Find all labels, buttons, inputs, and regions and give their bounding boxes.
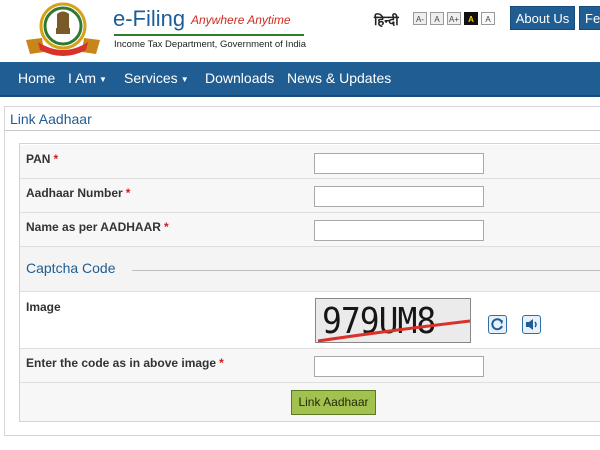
pan-input[interactable] — [314, 153, 484, 174]
font-normal-button[interactable]: A — [430, 12, 444, 25]
feedback-button[interactable]: Fe — [579, 6, 600, 30]
form-row-aadhaar: Aadhaar Number * — [20, 179, 600, 213]
nav-downloads[interactable]: Downloads — [205, 62, 274, 95]
aadhaar-number-input[interactable] — [314, 186, 484, 207]
brand-subtitle: Income Tax Department, Government of Ind… — [114, 39, 307, 50]
high-contrast-button[interactable]: A — [464, 12, 478, 25]
main-nav: Home I Am ▼ Services ▼ Downloads News & Up… — [0, 62, 600, 97]
audio-icon — [526, 319, 537, 330]
refresh-icon — [491, 318, 503, 331]
captcha-image: 979UM8 — [315, 298, 471, 343]
required-marker: * — [219, 356, 224, 370]
form-row-captcha-image: Image — [20, 292, 600, 349]
name-label: Name as per AADHAAR * — [26, 220, 169, 234]
link-aadhaar-button[interactable]: Link Aadhaar — [291, 390, 376, 415]
form-row-name: Name as per AADHAAR * — [20, 213, 600, 247]
nav-i-am[interactable]: I Am ▼ — [68, 62, 107, 95]
pan-label: PAN * — [26, 152, 59, 166]
brand-divider — [114, 34, 304, 36]
refresh-captcha-button[interactable] — [488, 315, 507, 334]
image-label: Image — [26, 300, 61, 314]
nav-news-updates[interactable]: News & Updates — [287, 62, 391, 95]
captcha-noise-line — [317, 319, 470, 342]
captcha-code-label: Enter the code as in above image * — [26, 356, 224, 370]
brand-tagline: Anywhere Anytime — [191, 13, 291, 27]
page-title: Link Aadhaar — [10, 111, 92, 127]
nav-home[interactable]: Home — [18, 62, 55, 95]
aadhaar-label: Aadhaar Number * — [26, 186, 131, 200]
required-marker: * — [163, 220, 169, 234]
font-size-controls: A- A A+ A A — [413, 12, 495, 25]
name-as-per-aadhaar-input[interactable] — [314, 220, 484, 241]
required-marker: * — [125, 186, 131, 200]
nav-services[interactable]: Services ▼ — [124, 62, 189, 95]
form-row-pan: PAN * — [20, 145, 600, 179]
normal-contrast-button[interactable]: A — [481, 12, 495, 25]
audio-captcha-button[interactable] — [522, 315, 541, 334]
chevron-down-icon: ▼ — [99, 74, 107, 84]
brand-title: e-Filing — [113, 6, 186, 31]
font-decrease-button[interactable]: A- — [413, 12, 427, 25]
emblem-logo[interactable] — [22, 0, 104, 58]
required-marker: * — [53, 152, 59, 166]
chevron-down-icon: ▼ — [180, 74, 189, 84]
about-us-button[interactable]: About Us — [510, 6, 575, 30]
font-increase-button[interactable]: A+ — [447, 12, 461, 25]
hindi-language-link[interactable]: हिन्दी — [374, 11, 399, 29]
site-header: e-Filing Anywhere Anytime Income Tax Dep… — [0, 0, 600, 62]
captcha-section-title: Captcha Code — [26, 260, 116, 276]
title-divider — [5, 130, 600, 131]
captcha-code-input[interactable] — [314, 356, 484, 377]
captcha-divider — [132, 270, 600, 271]
form-row-captcha-code: Enter the code as in above image * — [20, 349, 600, 383]
